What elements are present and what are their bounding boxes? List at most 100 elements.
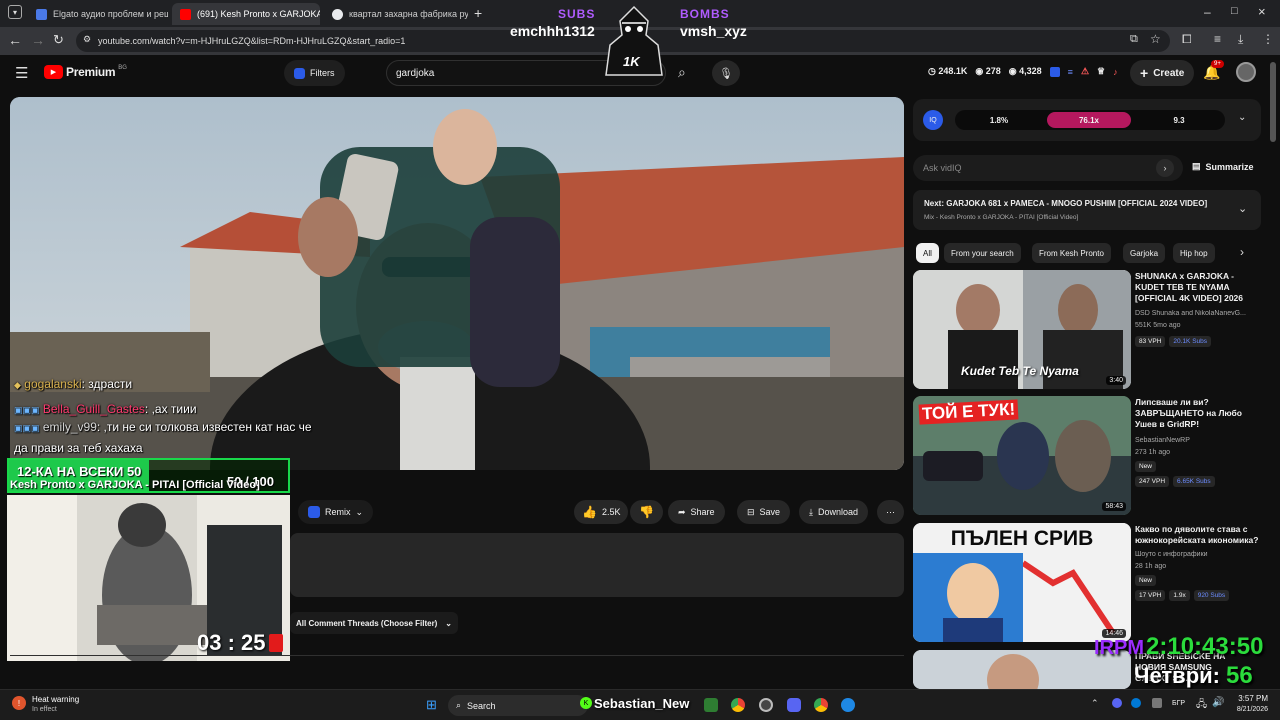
chat-message: ▣▣▣ Bella_Guill_Gastes: ,ах тиии: [14, 402, 197, 416]
video-channel[interactable]: DSD Shunaka and NikolaNanevG...: [1135, 310, 1263, 317]
bell-outline-icon[interactable]: ♪: [1113, 67, 1118, 77]
list-icon[interactable]: ≡: [1068, 67, 1073, 77]
reading-list-icon[interactable]: ≡: [1214, 32, 1221, 46]
video-channel[interactable]: SebastianNewRP: [1135, 437, 1190, 444]
chrome-icon[interactable]: [814, 698, 828, 712]
ask-vidiq-input[interactable]: Ask vidIQ ›: [913, 155, 1183, 181]
chevron-down-icon[interactable]: ⌄: [1238, 202, 1247, 215]
like-button[interactable]: 👍 2.5K: [574, 500, 629, 524]
tray-app-icon[interactable]: [1112, 698, 1122, 708]
chip-label: Garjoka: [1130, 248, 1159, 258]
chip-hip-hop[interactable]: Hip hop: [1173, 243, 1215, 263]
alert-icon[interactable]: ⚠: [1081, 66, 1089, 77]
chip-label: All: [923, 248, 932, 258]
taskbar-search[interactable]: ⌕ Search: [448, 695, 588, 716]
create-button[interactable]: + Create: [1130, 60, 1195, 86]
video-channel[interactable]: Шоуто с инфографики: [1135, 551, 1208, 558]
send-arrow-icon[interactable]: ›: [1156, 159, 1174, 177]
install-icon[interactable]: ⧉: [1130, 33, 1138, 46]
tray-chevron-up-icon[interactable]: ⌃: [1091, 698, 1099, 709]
chip-garjoka[interactable]: Garjoka: [1123, 243, 1166, 263]
browser-menu-icon[interactable]: ⋮: [1262, 32, 1274, 46]
video-thumbnail[interactable]: Kudet Teb Te Nyama 3:40: [913, 270, 1131, 389]
obs-icon[interactable]: [759, 698, 773, 712]
weather-warning-icon[interactable]: !: [12, 696, 26, 710]
maximize-icon[interactable]: □: [1231, 5, 1238, 17]
bookmark-star-icon[interactable]: ☆: [1150, 32, 1161, 46]
app-icon[interactable]: [704, 698, 718, 712]
volume-icon[interactable]: 🔊: [1212, 697, 1224, 708]
video-title[interactable]: Какво по дяволите става с южнокорейската…: [1135, 524, 1265, 546]
weather-title[interactable]: Heat warning: [32, 695, 79, 704]
vidiq-filter-icon: [294, 67, 305, 79]
video-badges: 17 VPH 1.9x 920 Subs: [1135, 590, 1233, 601]
up-next-mix[interactable]: Next: GARJOKA 681 x PAMECA - MNOGO PUSHI…: [913, 190, 1261, 230]
video-thumbnail[interactable]: ТОЙ Е ТУК! 58:43: [913, 396, 1131, 515]
subs-username: emchhh1312: [510, 23, 595, 39]
chevron-right-icon[interactable]: ›: [1240, 245, 1244, 259]
chip-from-channel[interactable]: From Kesh Pronto: [1032, 243, 1111, 263]
share-button[interactable]: ➦ Share: [668, 500, 725, 524]
youtube-logo[interactable]: ▶ Premium BG: [44, 65, 127, 79]
more-actions-button[interactable]: ⋯: [877, 500, 904, 524]
forward-icon[interactable]: →: [31, 32, 45, 48]
avatar[interactable]: [1236, 62, 1256, 82]
tray-app-icon[interactable]: [1152, 698, 1162, 708]
clock-time[interactable]: 3:57 PM: [1232, 694, 1268, 703]
chip-label: Hip hop: [1180, 248, 1208, 258]
more-horizontal-icon: ⋯: [886, 506, 895, 517]
summarize-button[interactable]: ▤ Summarize: [1192, 161, 1254, 172]
hamburger-menu-icon[interactable]: ☰: [15, 64, 28, 82]
filters-button[interactable]: Filters: [284, 60, 345, 86]
tab-google[interactable]: квартал захарна фабрика русе ×: [324, 3, 468, 25]
window-close-icon[interactable]: ×: [1258, 4, 1266, 19]
stat-views-value: 248.1K: [938, 66, 968, 76]
page-scrollbar[interactable]: [1270, 62, 1276, 142]
comment-filter-select[interactable]: All Comment Threads (Choose Filter) ⌄: [290, 612, 458, 634]
badge: 20.1K Subs: [1169, 336, 1212, 347]
chip-from-search[interactable]: From your search: [944, 243, 1021, 263]
tab-list-icon[interactable]: ▾: [8, 5, 22, 19]
vidiq-icon[interactable]: [1049, 66, 1060, 77]
video-title[interactable]: SHUNAKA x GARJOKA - KUDET TEB TE NYAMA […: [1135, 271, 1265, 304]
chip-all[interactable]: All: [916, 243, 939, 263]
download-button[interactable]: ⤓ Download: [799, 500, 869, 524]
trophy-icon[interactable]: ♕: [1097, 66, 1105, 77]
clock-time: 2:10:43:50: [1146, 633, 1264, 660]
minimize-icon[interactable]: –: [1204, 5, 1211, 19]
remix-button[interactable]: Remix ⌄: [298, 500, 374, 524]
windows-start-icon[interactable]: ⊞: [424, 697, 439, 712]
bombs-label: BOMBS: [680, 7, 730, 21]
download-arrow-icon: ⤓: [809, 506, 813, 517]
badge: 920 Subs: [1193, 590, 1230, 601]
chrome-icon[interactable]: [731, 698, 745, 712]
download-icon[interactable]: ⤓: [1238, 32, 1243, 47]
tab-youtube[interactable]: (691) Kesh Pronto x GARJOKA ×: [172, 3, 320, 25]
remix-label: Remix: [325, 507, 351, 517]
new-tab-icon[interactable]: +: [474, 5, 482, 21]
share-icon: ➦: [678, 506, 686, 517]
dislike-button[interactable]: 👎: [630, 500, 663, 524]
tray-app-icon[interactable]: [1131, 698, 1141, 708]
save-button[interactable]: ⊟ Save: [737, 500, 791, 524]
app-icon[interactable]: [787, 698, 801, 712]
badge: 247 VPH: [1135, 476, 1170, 487]
streamer-name: Sebastian_New: [594, 696, 690, 711]
extensions-icon[interactable]: ⧠: [1182, 32, 1192, 47]
chevron-down-icon[interactable]: ⌄: [1238, 112, 1246, 123]
video-badges: New: [1135, 575, 1160, 586]
language-indicator[interactable]: БГР: [1172, 700, 1185, 707]
site-info-icon[interactable]: ⚙: [83, 34, 91, 45]
description-box[interactable]: [290, 533, 904, 597]
video-thumbnail[interactable]: ПЪЛЕН СРИВ 14:46: [913, 523, 1131, 642]
vidiq-logo-icon: IQ: [923, 110, 943, 130]
network-icon[interactable]: 🖧: [1196, 697, 1207, 714]
weather-sub: In effect: [32, 706, 57, 713]
video-title[interactable]: Липсваше ли ви? ЗАВРЪЩАНЕТО на Любо Ушев…: [1135, 397, 1265, 430]
edge-icon[interactable]: [841, 698, 855, 712]
timer-text: 03 : 25: [197, 630, 266, 655]
chat-badge-icon: ▣▣▣: [14, 423, 40, 433]
reload-icon[interactable]: ↻: [53, 32, 64, 48]
back-icon[interactable]: ←: [8, 32, 22, 48]
tab-elgato[interactable]: Elgato аудио проблем и реше ×: [28, 3, 168, 25]
